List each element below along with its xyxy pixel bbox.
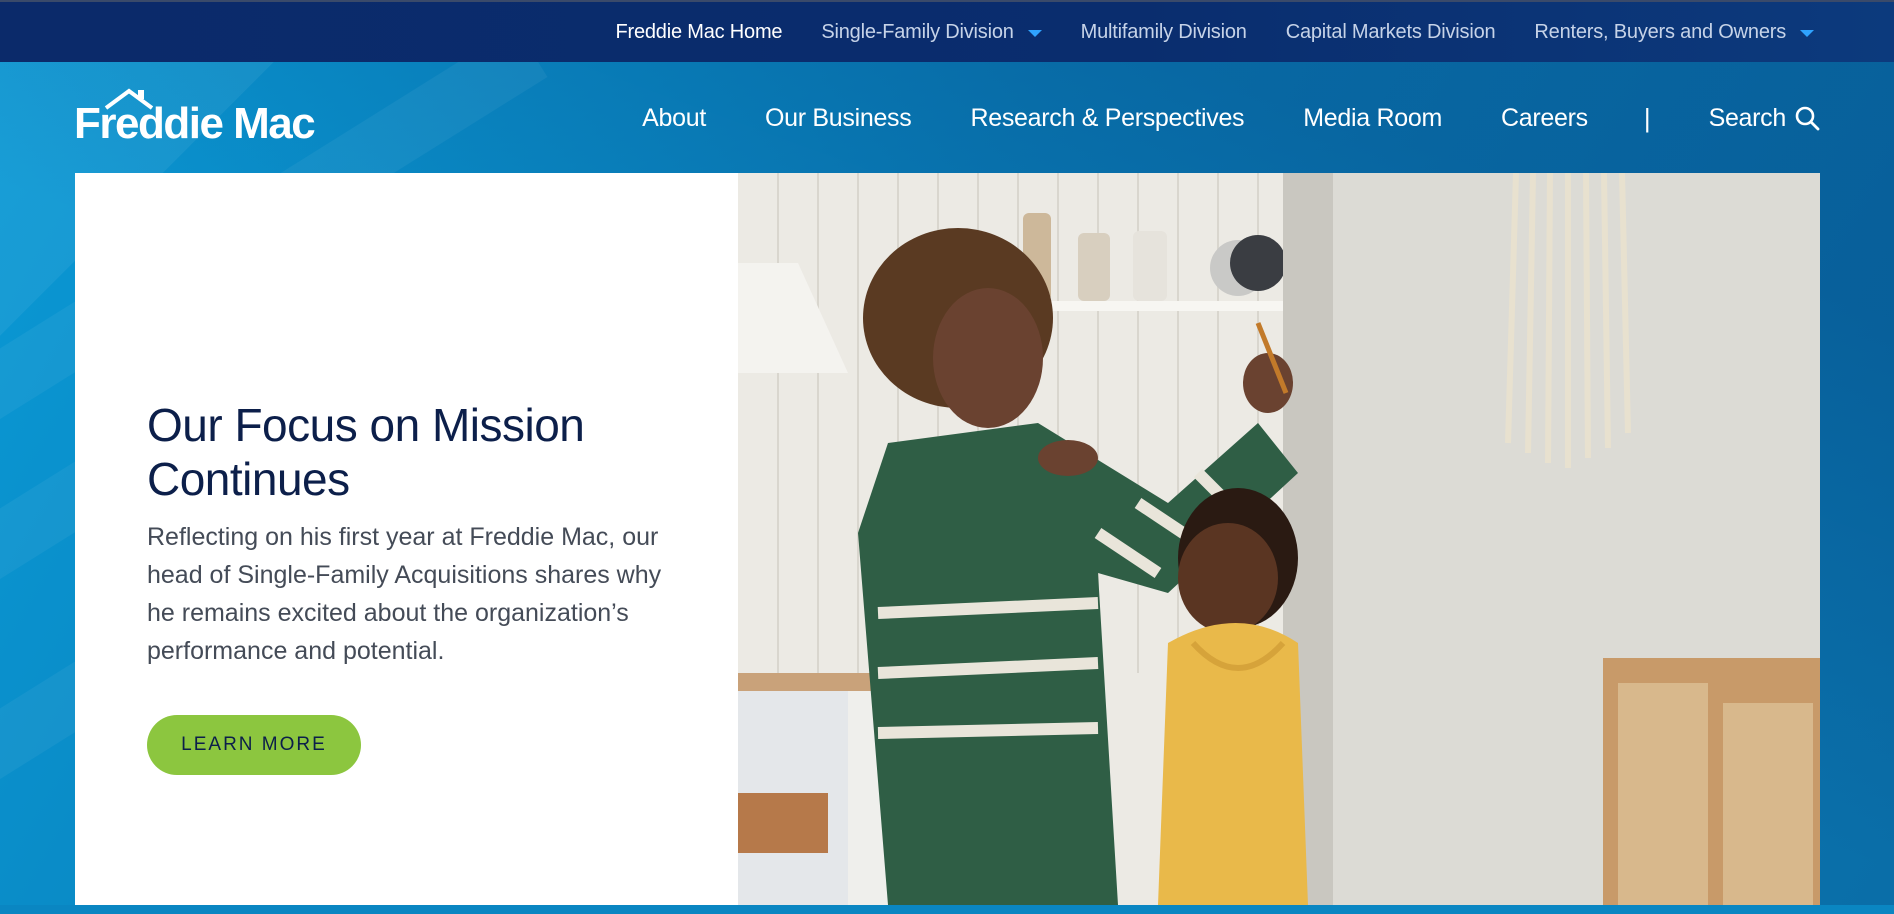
nav-our-business[interactable]: Our Business bbox=[765, 104, 912, 133]
logo-text: Freddie Mac bbox=[74, 99, 316, 148]
caret-down-icon bbox=[1800, 30, 1814, 37]
division-nav-bar: Freddie Mac Home Single-Family Division … bbox=[0, 0, 1894, 62]
family-kitchen-photo bbox=[738, 173, 1820, 905]
hero-card: Our Focus on Mission Continues Reflectin… bbox=[75, 173, 738, 905]
hero-description: Reflecting on his first year at Freddie … bbox=[147, 523, 662, 665]
hero-title: Our Focus on Mission Continues bbox=[147, 399, 585, 505]
nav-media-room[interactable]: Media Room bbox=[1303, 104, 1442, 133]
freddie-mac-logo[interactable]: Freddie Mac bbox=[74, 88, 324, 148]
nav-label: Multifamily Division bbox=[1080, 20, 1247, 43]
nav-research-perspectives[interactable]: Research & Perspectives bbox=[970, 104, 1244, 133]
nav-careers[interactable]: Careers bbox=[1501, 104, 1588, 133]
nav-separator: | bbox=[1643, 102, 1651, 133]
nav-about[interactable]: About bbox=[642, 104, 706, 133]
division-nav: Freddie Mac Home Single-Family Division … bbox=[615, 2, 1894, 62]
search-icon bbox=[1795, 106, 1820, 131]
nav-label: Capital Markets Division bbox=[1285, 20, 1496, 43]
nav-freddie-mac-home[interactable]: Freddie Mac Home bbox=[615, 21, 782, 44]
caret-down-icon bbox=[1027, 30, 1042, 37]
search-label: Search bbox=[1708, 103, 1787, 132]
main-nav: About Our Business Research & Perspectiv… bbox=[583, 96, 1820, 140]
nav-single-family-division[interactable]: Single-Family Division bbox=[821, 20, 1042, 44]
learn-more-button[interactable]: LEARN MORE bbox=[147, 715, 361, 775]
nav-multifamily-division[interactable]: Multifamily Division bbox=[1081, 21, 1247, 44]
nav-label: Single-Family Division bbox=[821, 20, 1014, 43]
hero-image bbox=[738, 173, 1820, 905]
search-button[interactable]: Search bbox=[1709, 104, 1820, 133]
nav-capital-markets-division[interactable]: Capital Markets Division bbox=[1286, 21, 1496, 44]
nav-renters-buyers-owners[interactable]: Renters, Buyers and Owners bbox=[1534, 21, 1814, 44]
nav-label: Renters, Buyers and Owners bbox=[1534, 20, 1786, 43]
nav-label: Freddie Mac Home bbox=[615, 20, 783, 43]
